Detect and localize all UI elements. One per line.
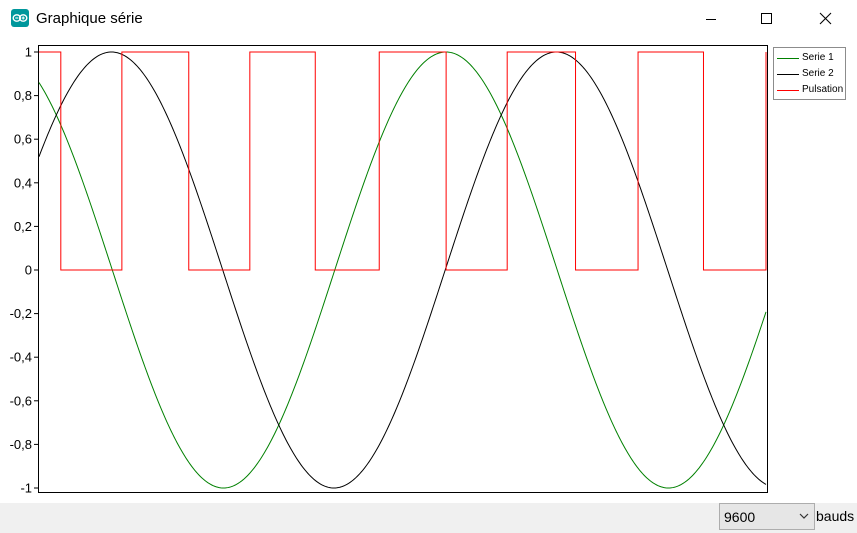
y-tick-label: -0,8 bbox=[10, 437, 32, 452]
legend-item: Serie 1 bbox=[776, 51, 846, 65]
plot-canvas: 1 0,8 0,6 0,4 0,2 0 -0,2 -0,4 -0,6 -0,8 -1 bbox=[10, 45, 768, 496]
minimize-button[interactable] bbox=[688, 0, 734, 37]
y-tick-label: 0,6 bbox=[14, 132, 32, 147]
close-icon bbox=[819, 12, 831, 25]
maximize-icon bbox=[761, 12, 772, 24]
y-tick-label: -1 bbox=[20, 481, 32, 496]
serial-plotter-chart: 1 0,8 0,6 0,4 0,2 0 -0,2 -0,4 -0,6 -0,8 -1 bbox=[0, 37, 857, 503]
arduino-icon bbox=[11, 9, 29, 27]
chart-legend: Serie 1 Serie 2 Pulsation bbox=[773, 47, 846, 100]
y-tick-label: 0 bbox=[25, 263, 32, 278]
y-tick-label: 0,2 bbox=[14, 219, 32, 234]
y-tick-label: 0,4 bbox=[14, 175, 32, 190]
window-title: Graphique série bbox=[36, 10, 143, 27]
plot-frame bbox=[38, 45, 768, 493]
legend-swatch bbox=[777, 74, 799, 75]
maximize-button[interactable] bbox=[744, 0, 790, 37]
legend-label: Serie 2 bbox=[802, 68, 834, 79]
minimize-icon bbox=[706, 18, 716, 20]
baud-rate-value: 9600 bbox=[724, 509, 756, 525]
close-button[interactable] bbox=[802, 0, 848, 37]
legend-label: Serie 1 bbox=[802, 52, 834, 63]
legend-label: Pulsation bbox=[802, 84, 844, 95]
baud-rate-unit: bauds bbox=[816, 508, 855, 524]
y-tick-label: -0,2 bbox=[10, 306, 32, 321]
title-bar: Graphique série bbox=[0, 0, 857, 37]
legend-item: Pulsation bbox=[776, 83, 846, 97]
legend-item: Serie 2 bbox=[776, 67, 846, 81]
legend-swatch bbox=[777, 58, 799, 59]
y-tick-label: -0,6 bbox=[10, 393, 32, 408]
chevron-down-icon bbox=[799, 513, 809, 519]
legend-swatch bbox=[777, 90, 799, 91]
y-tick-label: -0,4 bbox=[10, 350, 32, 365]
y-tick-label: 1 bbox=[25, 45, 32, 60]
y-tick-label: 0,8 bbox=[14, 88, 32, 103]
baud-rate-select[interactable]: 9600 bbox=[719, 503, 815, 530]
